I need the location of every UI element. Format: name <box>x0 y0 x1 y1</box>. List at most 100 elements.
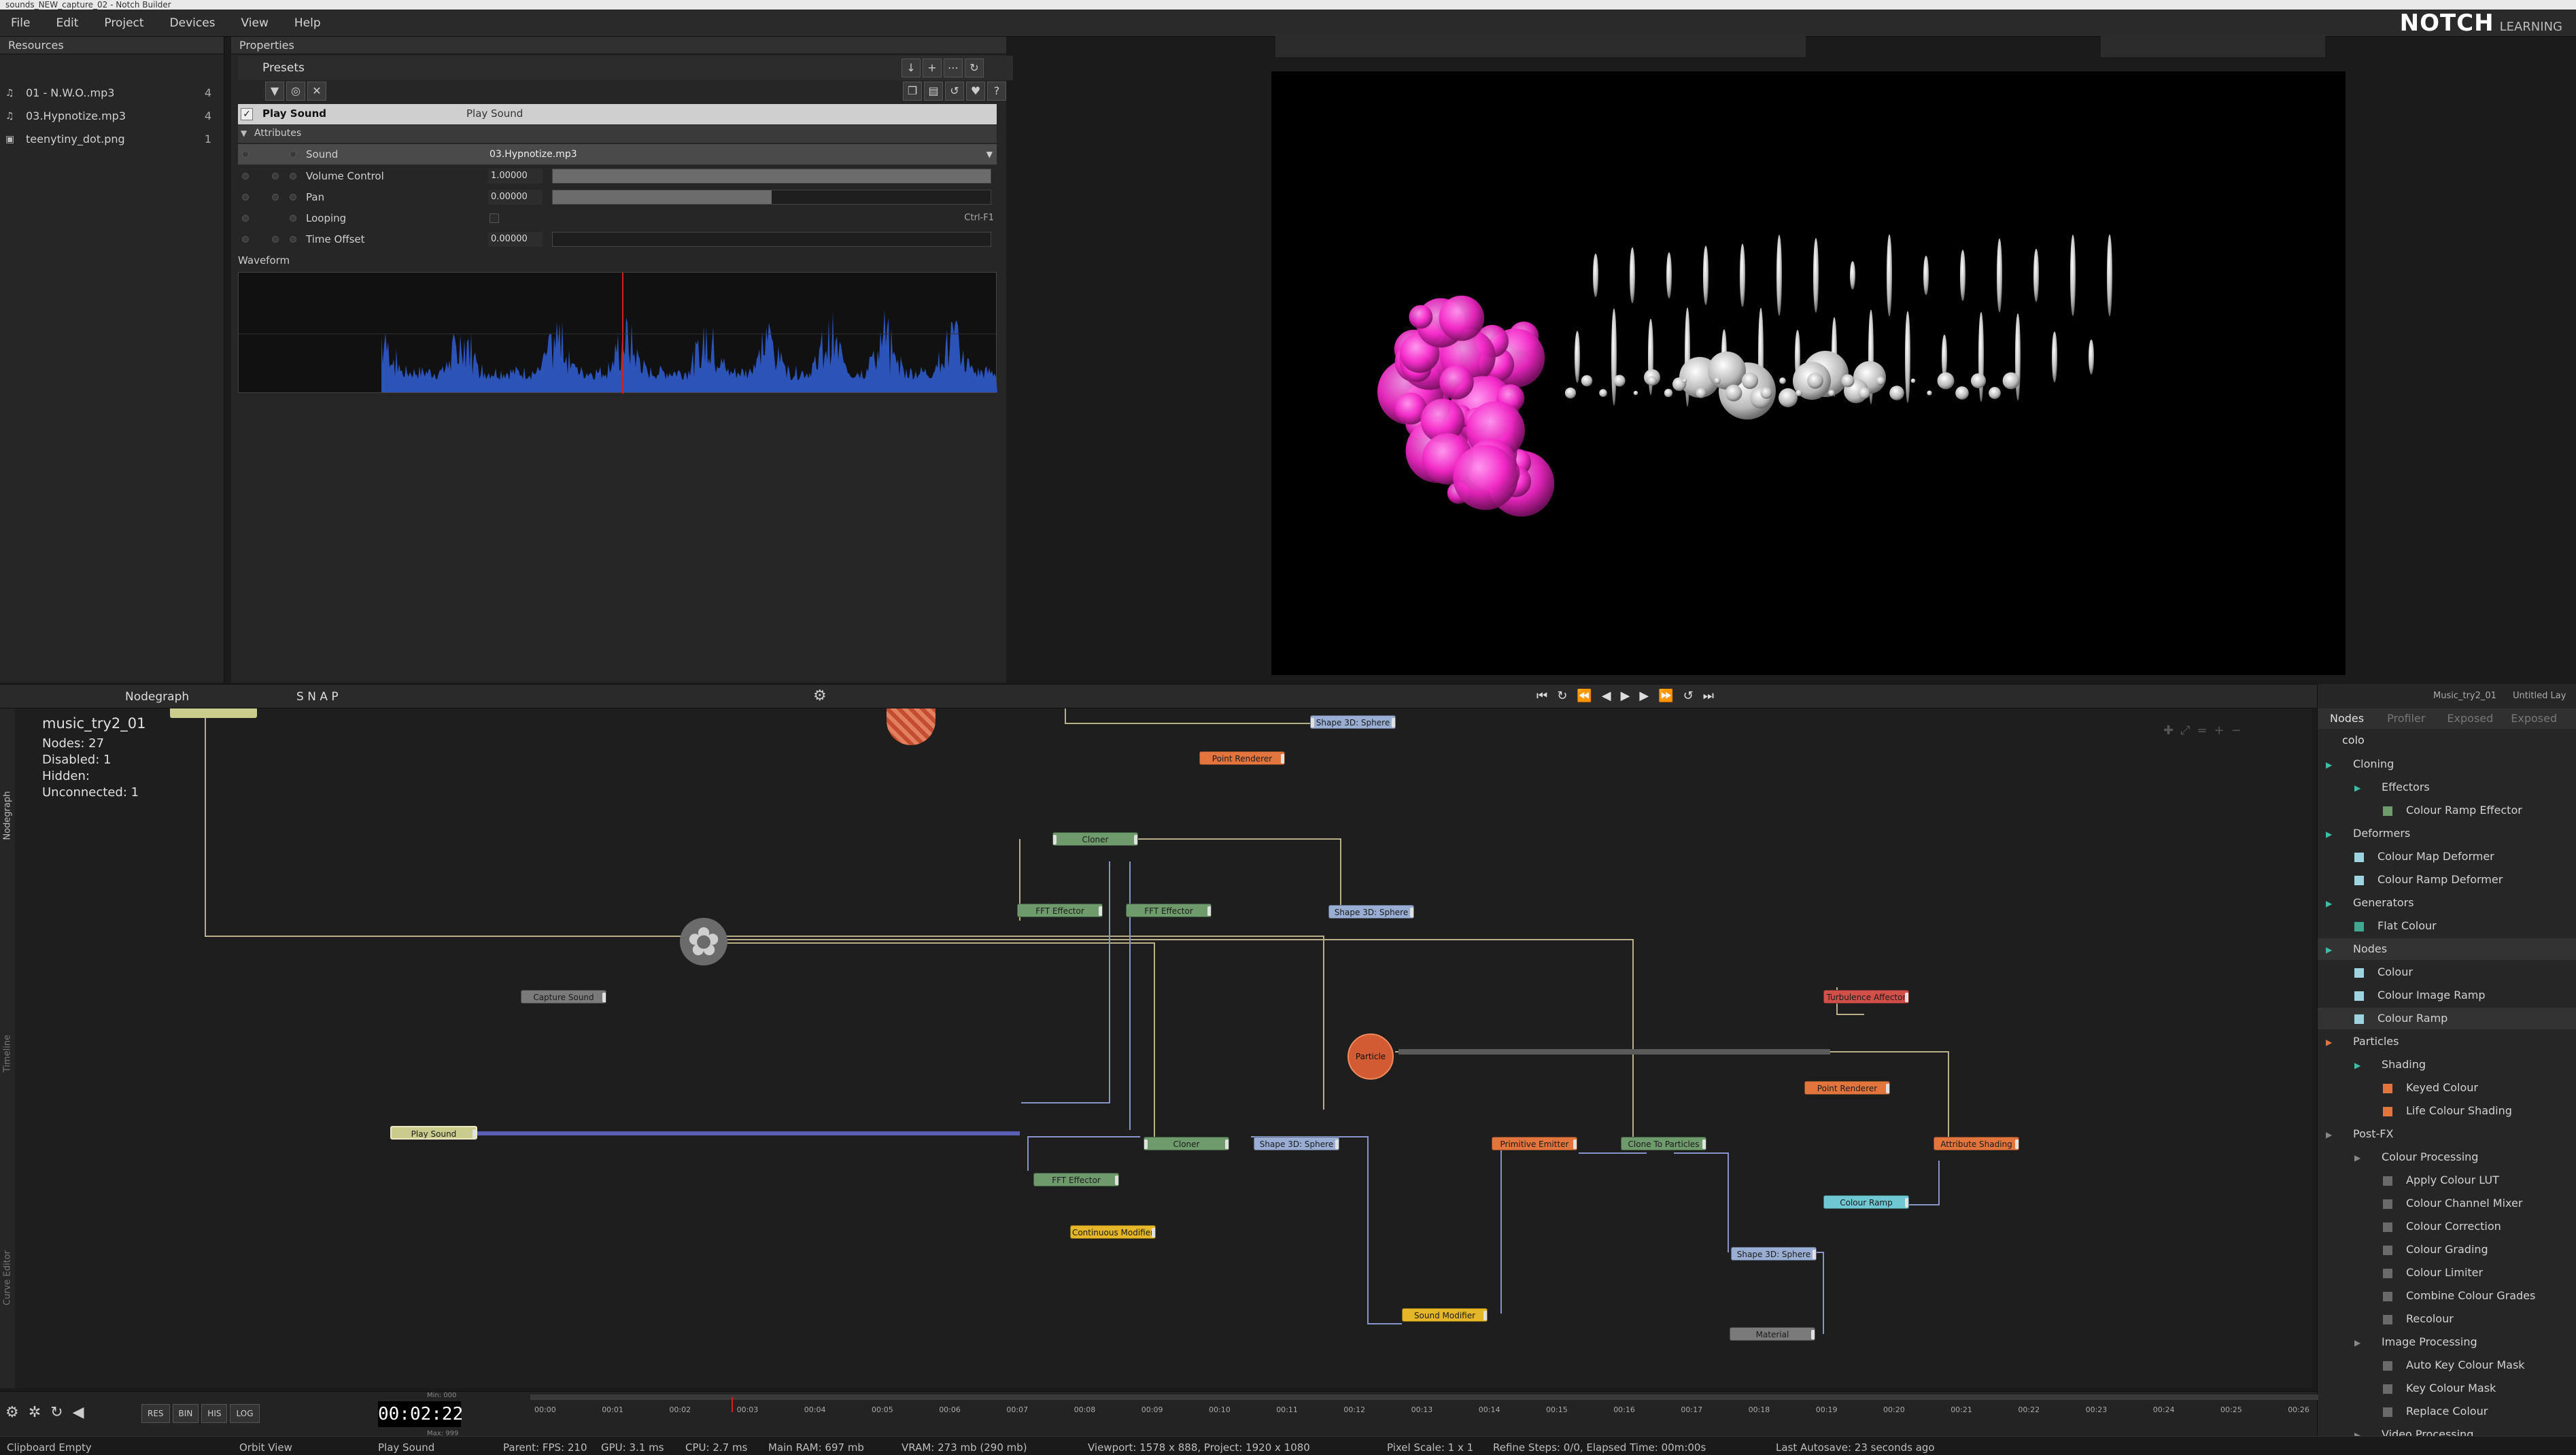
node-attribute-shading[interactable]: Attribute Shading <box>1934 1137 2019 1150</box>
node-cloner[interactable]: Cloner <box>1144 1137 1229 1150</box>
snap-label[interactable]: S N A P <box>296 690 339 704</box>
attributes-header[interactable]: ▼ Attributes <box>238 125 997 143</box>
tree-node-item[interactable]: Recolour <box>2383 1308 2454 1330</box>
tree-category[interactable]: ▶ Shading <box>2354 1054 2426 1076</box>
tree-node-item[interactable]: Combine Colour Grades <box>2383 1285 2535 1307</box>
tab-nodes[interactable]: Nodes <box>2318 712 2376 725</box>
tree-category[interactable]: ▶ Particles <box>2326 1031 2399 1052</box>
paste-icon[interactable]: ▤ <box>924 82 943 101</box>
particle-root-node[interactable]: Particle <box>1347 1033 1394 1080</box>
resource-item[interactable]: ▣ teenytiny_dot.png 1 <box>0 128 224 151</box>
node-colour-ramp[interactable]: Colour Ramp <box>1823 1195 1909 1209</box>
tree-node-item[interactable]: Flat Colour <box>2354 915 2437 937</box>
volume-field[interactable]: 1.00000 <box>488 169 543 184</box>
volume-slider[interactable] <box>552 169 991 184</box>
menu-devices[interactable]: Devices <box>170 10 216 37</box>
menu-view[interactable]: View <box>241 10 269 37</box>
favourite-icon[interactable]: ♥ <box>966 82 985 101</box>
nodegraph-canvas[interactable]: music_try2_01 Nodes: 27 Disabled: 1 Hidd… <box>15 708 2312 1388</box>
tree-category[interactable]: ▶ Deformers <box>2326 823 2410 844</box>
node-primitive-emitter[interactable]: Primitive Emitter <box>1492 1137 1577 1150</box>
node-fft-effector[interactable]: FFT Effector <box>1017 904 1103 917</box>
node-fft-effector[interactable]: FFT Effector <box>1033 1173 1119 1186</box>
doc-tab[interactable]: Music_try2_01 <box>2433 691 2496 701</box>
menu-project[interactable]: Project <box>104 10 143 37</box>
tab-exposed-2[interactable]: Exposed <box>2504 712 2564 725</box>
menu-edit[interactable]: Edit <box>56 10 78 37</box>
tab-profiler[interactable]: Profiler <box>2376 712 2436 725</box>
node-turbulence-affector[interactable]: Turbulence Affector <box>1823 990 1909 1004</box>
help-icon[interactable]: ? <box>987 82 1006 101</box>
tree-node-item[interactable]: Colour Limiter <box>2383 1262 2483 1284</box>
node-fft-effector[interactable]: FFT Effector <box>1126 904 1212 917</box>
tree-node-item[interactable]: Colour <box>2354 961 2413 983</box>
tab-curve-editor[interactable]: Curve Editor <box>3 1248 13 1309</box>
menu-help[interactable]: Help <box>294 10 321 37</box>
loop-icon[interactable]: ↻ <box>1557 689 1577 703</box>
expand-arrow-icon[interactable]: ▶ <box>2326 893 2335 914</box>
close-icon[interactable]: ✕ <box>307 82 326 101</box>
tree-node-item[interactable]: Life Colour Shading <box>2383 1100 2512 1122</box>
tree-category[interactable]: ▶ Generators <box>2326 892 2414 914</box>
tree-node-item[interactable]: Key Colour Mask <box>2383 1377 2496 1399</box>
tree-node-item[interactable]: Colour Image Ramp <box>2354 985 2486 1006</box>
filter-icon[interactable]: ▼ <box>265 82 284 101</box>
resource-item[interactable]: ♫ 01 - N.W.O..mp3 4 <box>0 82 224 105</box>
expand-arrow-icon[interactable]: ▶ <box>2354 1055 2364 1076</box>
expand-arrow-icon[interactable]: ▶ <box>2354 1332 2364 1354</box>
tree-category[interactable]: ▶ Image Processing <box>2354 1331 2477 1353</box>
tree-node-item[interactable]: Colour Map Deformer <box>2354 846 2494 868</box>
loop-forward-icon[interactable]: ↺ <box>1683 689 1703 703</box>
refresh-icon[interactable]: ↻ <box>965 58 984 78</box>
node-point-renderer[interactable]: Point Renderer <box>1804 1081 1890 1095</box>
tree-node-item[interactable]: Replace Colour <box>2383 1401 2488 1422</box>
tab-nodegraph[interactable]: Nodegraph <box>3 785 13 846</box>
looping-checkbox[interactable] <box>490 213 499 223</box>
tree-node-item[interactable]: Colour Ramp Deformer <box>2354 869 2503 891</box>
node-shape-3d-sphere[interactable]: Shape 3D: Sphere <box>1328 905 1414 919</box>
more-icon[interactable]: ⋯ <box>944 58 963 78</box>
settings-gear-icon[interactable]: ⚙ <box>813 687 827 704</box>
tree-node-item[interactable]: Colour Grading <box>2383 1239 2488 1261</box>
pan-field[interactable]: 0.00000 <box>488 190 543 205</box>
expand-arrow-icon[interactable]: ▶ <box>2326 939 2335 961</box>
expand-arrow-icon[interactable]: ▶ <box>2326 754 2335 776</box>
gear-node-icon[interactable]: ✿ <box>680 918 727 965</box>
expand-arrow-icon[interactable]: ▶ <box>2354 1424 2364 1436</box>
node-shape-3d-sphere[interactable]: Shape 3D: Sphere <box>1731 1247 1817 1261</box>
node-cloner[interactable]: Cloner <box>1052 832 1138 846</box>
node-shape-3d-sphere[interactable]: Shape 3D: Sphere <box>1310 715 1396 729</box>
skip-start-icon[interactable]: ⏮ <box>1536 689 1557 703</box>
step-forward-icon[interactable]: ▶ <box>1639 689 1658 703</box>
nodes-search-input[interactable]: colo <box>2342 732 2566 749</box>
tree-category[interactable]: ▶ Colour Processing <box>2354 1146 2478 1168</box>
tree-category[interactable]: ▶ Nodes <box>2318 938 2576 960</box>
render-viewport[interactable] <box>1271 71 2346 675</box>
expand-arrow-icon[interactable]: ▶ <box>2326 1031 2335 1053</box>
expand-arrow-icon[interactable]: ▶ <box>2326 823 2335 845</box>
step-back-icon[interactable]: ◀ <box>1602 689 1621 703</box>
node-sound-modifier[interactable]: Sound Modifier <box>1402 1308 1488 1322</box>
tree-node-item[interactable]: Colour Channel Mixer <box>2383 1193 2522 1214</box>
node-shape-3d-sphere[interactable]: Shape 3D: Sphere <box>1254 1137 1339 1150</box>
tree-node-item[interactable]: Colour Ramp <box>2318 1008 2576 1029</box>
target-icon[interactable]: ◎ <box>286 82 305 101</box>
node-capture-sound[interactable]: Capture Sound <box>521 990 606 1004</box>
node-clone-to-particles[interactable]: Clone To Particles <box>1621 1137 1706 1150</box>
tree-category[interactable]: ▶ Cloning <box>2326 753 2394 775</box>
time-offset-slider[interactable] <box>552 232 991 247</box>
waveform-display[interactable] <box>238 272 997 394</box>
node-continuous-modifier[interactable]: Continuous Modifier <box>1070 1225 1156 1239</box>
node-enabled-checkbox[interactable]: ✓ <box>241 108 253 120</box>
nodegraph-tab[interactable]: Nodegraph <box>125 690 189 704</box>
skip-end-icon[interactable]: ⏭ <box>1703 689 1723 703</box>
expand-arrow-icon[interactable]: ▶ <box>2354 1147 2364 1169</box>
rewind-icon[interactable]: ⏪ <box>1577 689 1601 703</box>
pan-slider[interactable] <box>552 190 991 205</box>
tab-exposed[interactable]: Exposed <box>2436 712 2504 725</box>
expand-arrow-icon[interactable]: ▶ <box>2354 777 2364 799</box>
expand-arrow-icon[interactable]: ▶ <box>2326 1124 2335 1146</box>
tree-node-item[interactable]: Colour Correction <box>2383 1216 2501 1237</box>
download-icon[interactable]: ↓ <box>901 58 921 78</box>
tree-category[interactable]: ▶ Effectors <box>2354 776 2430 798</box>
